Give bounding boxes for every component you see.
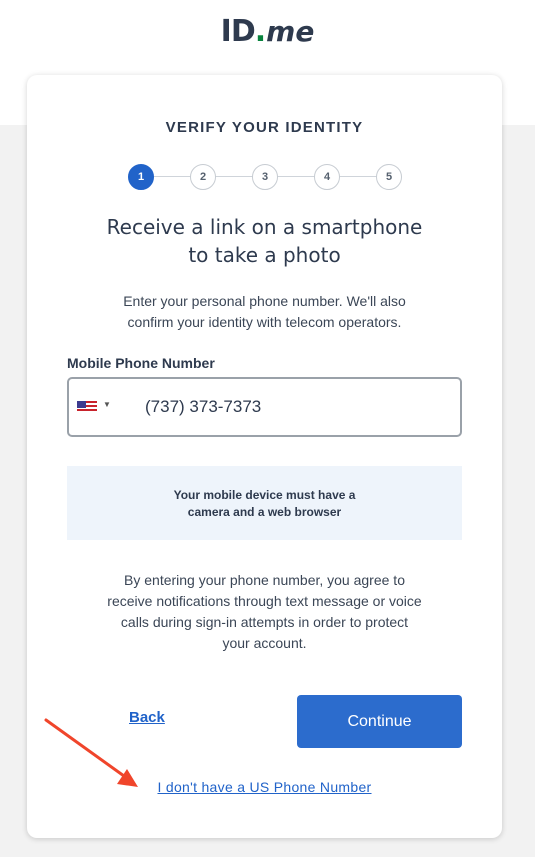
idme-logo: ID.me	[0, 14, 535, 49]
step-5: 5	[376, 164, 402, 190]
phone-input[interactable]	[143, 393, 447, 421]
step-3: 3	[252, 164, 278, 190]
continue-button[interactable]: Continue	[297, 695, 462, 748]
page-title: Receive a link on a smartphone to take a…	[67, 213, 462, 269]
description-line-2: confirm your identity with telecom opera…	[127, 314, 402, 330]
notice-text: Your mobile device must have a camera an…	[67, 487, 462, 521]
title-line-1: Receive a link on a smartphone	[106, 215, 423, 239]
caret-down-icon: ▼	[103, 400, 111, 409]
us-flag-icon	[77, 401, 97, 413]
no-us-phone-link[interactable]: I don't have a US Phone Number	[27, 779, 502, 795]
logo-id-text: ID	[220, 14, 256, 49]
progress-stepper: 1 2 3 4 5	[128, 164, 402, 190]
consent-text: By entering your phone number, you agree…	[77, 570, 452, 654]
page-description: Enter your personal phone number. We'll …	[77, 291, 452, 333]
title-line-2: to take a photo	[188, 243, 341, 267]
consent-line-1: By entering your phone number, you agree…	[124, 572, 405, 588]
device-requirement-notice: Your mobile device must have a camera an…	[67, 466, 462, 540]
logo-me-text: me	[266, 15, 315, 48]
back-link[interactable]: Back	[129, 709, 165, 726]
consent-line-3: calls during sign-in attempts in order t…	[120, 614, 409, 630]
notice-line-1: Your mobile device must have a	[173, 488, 356, 502]
description-line-1: Enter your personal phone number. We'll …	[123, 293, 406, 309]
country-selector[interactable]: ▼	[77, 399, 113, 415]
logo-dot: .	[254, 14, 267, 49]
phone-field-label: Mobile Phone Number	[67, 355, 215, 371]
verify-card: VERIFY YOUR IDENTITY 1 2 3 4 5 Receive a…	[27, 75, 502, 838]
notice-line-2: camera and a web browser	[187, 505, 342, 519]
step-4: 4	[314, 164, 340, 190]
step-1: 1	[128, 164, 154, 190]
consent-line-2: receive notifications through text messa…	[107, 593, 422, 609]
consent-line-4: your account.	[222, 635, 307, 651]
page-eyebrow: VERIFY YOUR IDENTITY	[165, 119, 364, 136]
phone-field: ▼	[67, 377, 462, 437]
step-2: 2	[190, 164, 216, 190]
